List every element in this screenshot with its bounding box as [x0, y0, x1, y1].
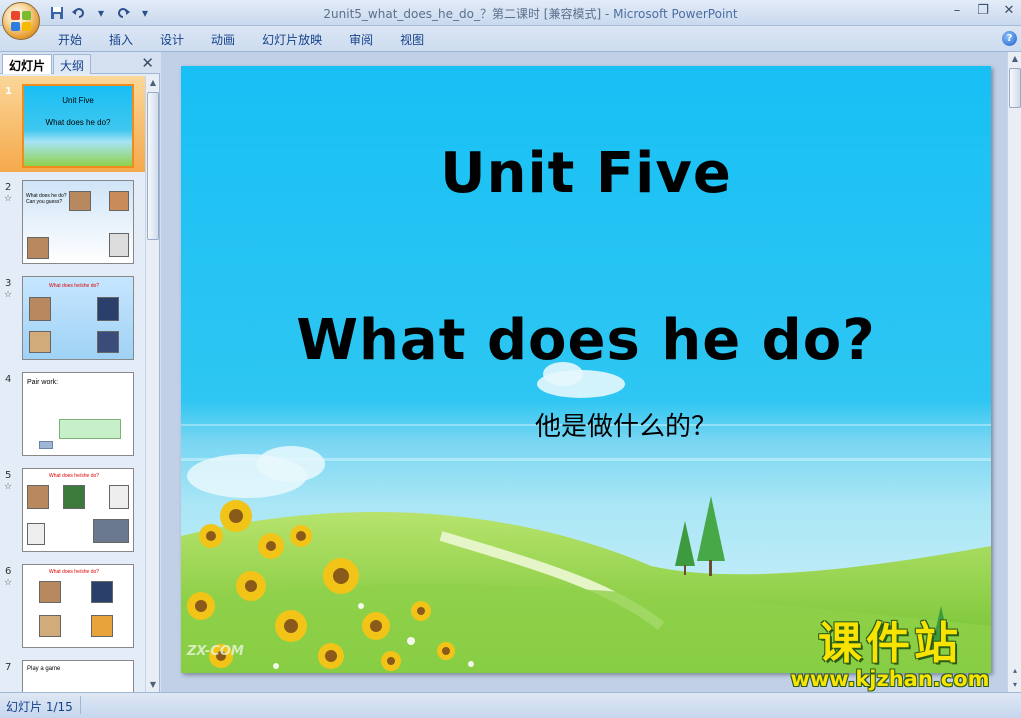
slide-counter: 幻灯片 1/15: [6, 700, 73, 714]
thumbnail-scrollbar[interactable]: ▲ ▼: [145, 76, 159, 692]
photo: [91, 615, 113, 637]
title-separator: -: [601, 7, 614, 21]
close-icon[interactable]: ✕: [141, 54, 154, 72]
status-bar: 幻灯片 1/15: [0, 692, 1021, 718]
slide-number: 1: [5, 86, 12, 97]
slide-number: 3: [5, 278, 12, 289]
site-watermark-cn: 课件站: [818, 618, 962, 669]
back-button-icon: [39, 441, 53, 449]
help-icon[interactable]: ?: [1002, 31, 1017, 46]
photo: [29, 331, 51, 353]
slide-subtitle[interactable]: What does he do?: [181, 308, 991, 373]
slide-number: 6: [5, 566, 12, 577]
photo: [27, 237, 49, 259]
slide-thumb-line: What does he do?: [45, 118, 111, 127]
slide-number: 5: [5, 470, 12, 481]
photo: [109, 233, 129, 257]
animation-icon: ☆: [4, 290, 13, 300]
slide-thumbnail[interactable]: 7 Play a game: [0, 652, 145, 692]
slide-thumb-title: What does he/she do?: [49, 569, 100, 575]
slide-thumbnail[interactable]: 1 Unit Five What does he do?: [0, 76, 145, 172]
window-title: 2unit5_what_does_he_do_？第二课时 [兼容模式] - Mi…: [0, 5, 1021, 22]
slides-panel: 幻灯片 大纲 ✕ 1 Unit Five What does he do? 2 …: [0, 52, 160, 692]
photo: [93, 519, 129, 543]
photo: [91, 581, 113, 603]
site-watermark: 课件站 www.kjzhan.com: [770, 618, 1010, 691]
slide-thumb-title: Pair work:: [27, 379, 59, 386]
animation-icon: ☆: [4, 482, 13, 492]
title-bar: ▾ ▾ 2unit5_what_does_he_do_？第二课时 [兼容模式] …: [0, 0, 1021, 26]
current-slide[interactable]: Unit Five What does he do? 他是做什么的？ ZX-CO…: [181, 66, 991, 673]
photo: [29, 297, 51, 321]
photo: [39, 581, 61, 603]
tab-outline[interactable]: 大纲: [53, 54, 92, 74]
tab-home[interactable]: 开始: [58, 31, 82, 48]
slide-thumb-title: Play a game: [27, 666, 61, 672]
slide-number: 7: [5, 662, 12, 673]
animation-icon: ☆: [4, 194, 13, 204]
status-divider: [80, 696, 81, 714]
document-name: 2unit5_what_does_he_do_？第二课时 [兼容模式]: [323, 7, 602, 21]
scroll-up-icon[interactable]: ▲: [146, 76, 160, 90]
office-logo-icon: [10, 10, 32, 32]
slide-chinese-text[interactable]: 他是做什么的？: [181, 406, 991, 443]
slide-thumbnail[interactable]: 6 ☆ What does he/she do?: [0, 556, 145, 652]
tab-review[interactable]: 审阅: [349, 31, 373, 48]
photo: [39, 615, 61, 637]
tab-view[interactable]: 视图: [400, 31, 424, 48]
ribbon: 开始 插入 设计 动画 幻灯片放映 审阅 视图 ?: [0, 26, 1021, 52]
scroll-up-icon[interactable]: ▲: [1008, 52, 1021, 66]
slide-scrollbar[interactable]: ▲ ▴ ▾: [1007, 52, 1021, 692]
animation-icon: ☆: [4, 578, 13, 588]
restore-icon[interactable]: ❐: [975, 3, 991, 19]
slide-title[interactable]: Unit Five: [181, 141, 991, 206]
photo: [27, 485, 49, 509]
slide-thumb-title: What does he/she do?: [49, 283, 100, 289]
slide-thumb-title: What does he/she do?: [49, 473, 100, 479]
slide-thumbnail[interactable]: 4 Pair work:: [0, 364, 145, 460]
slide-number: 4: [5, 374, 12, 385]
text-box: [59, 419, 121, 439]
slide-thumbnail[interactable]: 3 ☆ What does he/she do?: [0, 268, 145, 364]
slide-thumb-line: Can you guess?: [26, 199, 63, 205]
slide-thumb-title: Unit Five: [62, 96, 94, 105]
slide-thumbnail[interactable]: 5 ☆ What does he/she do?: [0, 460, 145, 556]
photo: [97, 297, 119, 321]
tab-insert[interactable]: 插入: [109, 31, 133, 48]
photo: [69, 191, 91, 211]
photo: [27, 523, 45, 545]
scrollbar-thumb[interactable]: [147, 92, 159, 240]
tab-animations[interactable]: 动画: [211, 31, 235, 48]
app-name: Microsoft PowerPoint: [613, 7, 738, 21]
site-watermark-url: www.kjzhan.com: [790, 667, 990, 691]
tab-slideshow[interactable]: 幻灯片放映: [262, 31, 322, 48]
slide-number: 2: [5, 182, 12, 193]
minimize-icon[interactable]: –: [949, 3, 965, 19]
photo: [97, 331, 119, 353]
tab-slides[interactable]: 幻灯片: [2, 54, 53, 74]
close-icon[interactable]: ✕: [1001, 3, 1017, 19]
slide-editor: Unit Five What does he do? 他是做什么的？ ZX-CO…: [161, 52, 1007, 692]
photo: [63, 485, 85, 509]
slide-watermark: ZX-COM: [187, 644, 244, 659]
scrollbar-thumb[interactable]: [1009, 68, 1021, 108]
photo: [109, 485, 129, 509]
office-button[interactable]: [2, 2, 40, 40]
slide-thumbnails: 1 Unit Five What does he do? 2 ☆ What do…: [0, 76, 145, 692]
tab-design[interactable]: 设计: [160, 31, 184, 48]
scroll-down-icon[interactable]: ▼: [146, 678, 160, 692]
photo: [109, 191, 129, 211]
slide-thumbnail[interactable]: 2 ☆ What does he do? Can you guess?: [0, 172, 145, 268]
